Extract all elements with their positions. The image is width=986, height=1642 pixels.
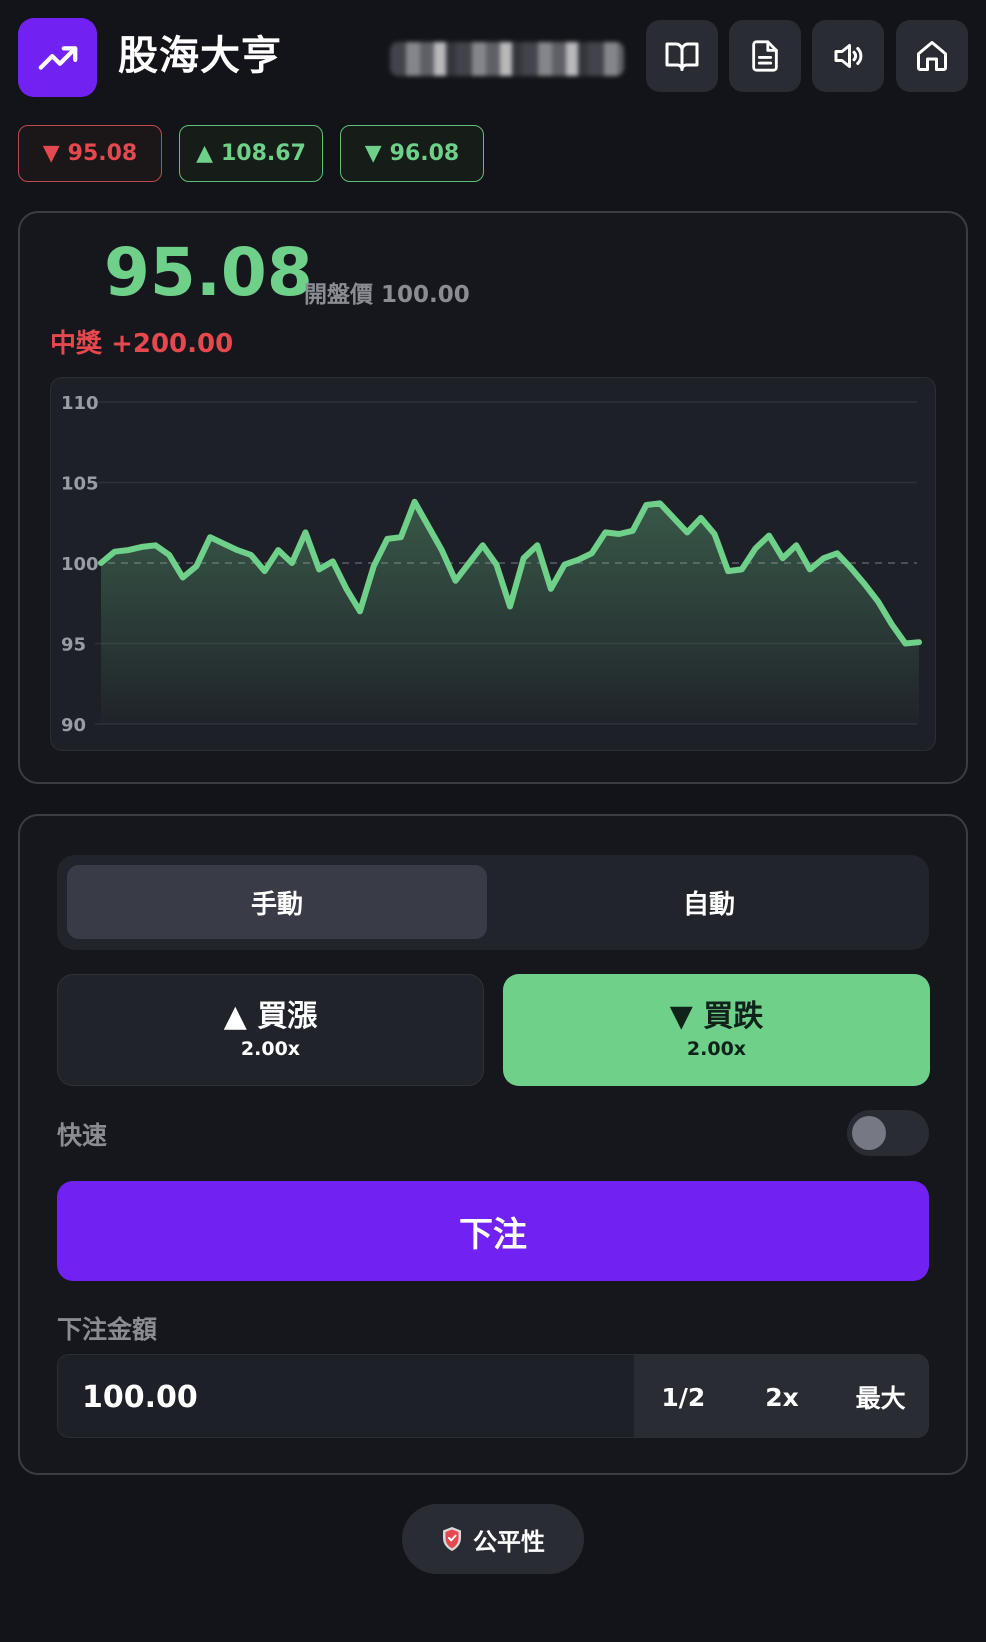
home-button[interactable]	[896, 20, 968, 92]
win-value: +200.00	[111, 329, 234, 359]
tab-auto[interactable]: 自動	[499, 865, 919, 939]
user-balance-redacted	[390, 42, 624, 76]
book-icon	[665, 42, 699, 71]
buy-up-label: ▲ 買漲	[223, 999, 318, 1034]
toggle-knob	[852, 1116, 886, 1150]
fairness-label: 公平性	[473, 1527, 545, 1556]
app-title: 股海大亨	[118, 33, 282, 79]
buy-down-multiplier: 2.00x	[686, 1038, 747, 1060]
place-bet-button[interactable]: 下注	[57, 1181, 929, 1281]
bet-amount-label: 下注金額	[57, 1315, 158, 1344]
sound-button[interactable]	[812, 20, 884, 92]
price-chart-svg: 110 105 100 95 90	[61, 393, 922, 736]
history-chip: ▼ 95.08	[18, 125, 162, 182]
half-amount-button[interactable]: 1/2	[634, 1355, 733, 1437]
y-tick-label: 110	[61, 393, 99, 414]
home-icon	[917, 41, 947, 71]
y-tick-label: 90	[61, 715, 86, 736]
open-price: 開盤價 100.00	[304, 275, 470, 309]
fast-mode-label: 快速	[57, 1121, 108, 1150]
fast-mode-toggle[interactable]	[847, 1110, 929, 1156]
win-amount: 中獎 +200.00	[50, 323, 233, 360]
bet-amount-row: 100.00 1/2 2x 最大	[57, 1354, 929, 1438]
rules-button[interactable]	[646, 20, 718, 92]
buy-down-label: ▼ 買跌	[669, 999, 764, 1034]
buy-up-multiplier: 2.00x	[240, 1038, 301, 1060]
fairness-button[interactable]: 公平性	[402, 1504, 584, 1574]
open-price-value: 100.00	[381, 282, 470, 308]
tab-manual[interactable]: 手動	[67, 865, 487, 939]
max-amount-button[interactable]: 最大	[831, 1355, 928, 1437]
down-arrow-icon: ▼	[364, 141, 382, 166]
bet-amount-input[interactable]: 100.00	[58, 1355, 634, 1437]
win-label: 中獎	[50, 329, 103, 359]
buy-up-button[interactable]: ▲ 買漲 2.00x	[57, 974, 484, 1086]
trending-up-icon	[18, 18, 97, 97]
price-chart: 110 105 100 95 90	[50, 377, 936, 751]
price-chart-card: 95.08 開盤價 100.00 中獎 +200.00 110 105 100 95 9…	[18, 211, 968, 784]
bet-amount-shortcuts: 1/2 2x 最大	[634, 1355, 928, 1437]
stock-crash-game: 股海大亨 ▼ 95.08 ▲ 108.67 ▼ 96.08 95.08 開盤價 …	[0, 0, 986, 1642]
down-arrow-icon: ▼	[42, 141, 60, 166]
double-amount-button[interactable]: 2x	[733, 1355, 832, 1437]
open-price-label: 開盤價	[304, 282, 373, 308]
volume-icon	[834, 44, 863, 68]
history-chip: ▲ 108.67	[179, 125, 323, 182]
shield-icon	[443, 1527, 461, 1551]
header: 股海大亨	[18, 16, 968, 97]
buy-down-button[interactable]: ▼ 買跌 2.00x	[503, 974, 930, 1086]
y-tick-label: 100	[61, 554, 99, 575]
history-value: 95.08	[67, 141, 138, 166]
history-value: 108.67	[221, 141, 306, 166]
up-arrow-icon: ▲	[196, 141, 213, 166]
history-button[interactable]	[729, 20, 801, 92]
price-area-fill	[101, 501, 919, 724]
history-chip: ▼ 96.08	[340, 125, 484, 182]
y-tick-label: 95	[61, 635, 86, 656]
current-price: 95.08	[104, 234, 313, 311]
bet-panel: 手動 自動 ▲ 買漲 2.00x ▼ 買跌 2.00x 快速 下注 下注金額 1…	[18, 814, 968, 1475]
y-tick-label: 105	[61, 474, 99, 495]
mode-tabs: 手動 自動	[57, 855, 929, 950]
history-value: 96.08	[389, 141, 460, 166]
document-icon	[752, 40, 778, 72]
